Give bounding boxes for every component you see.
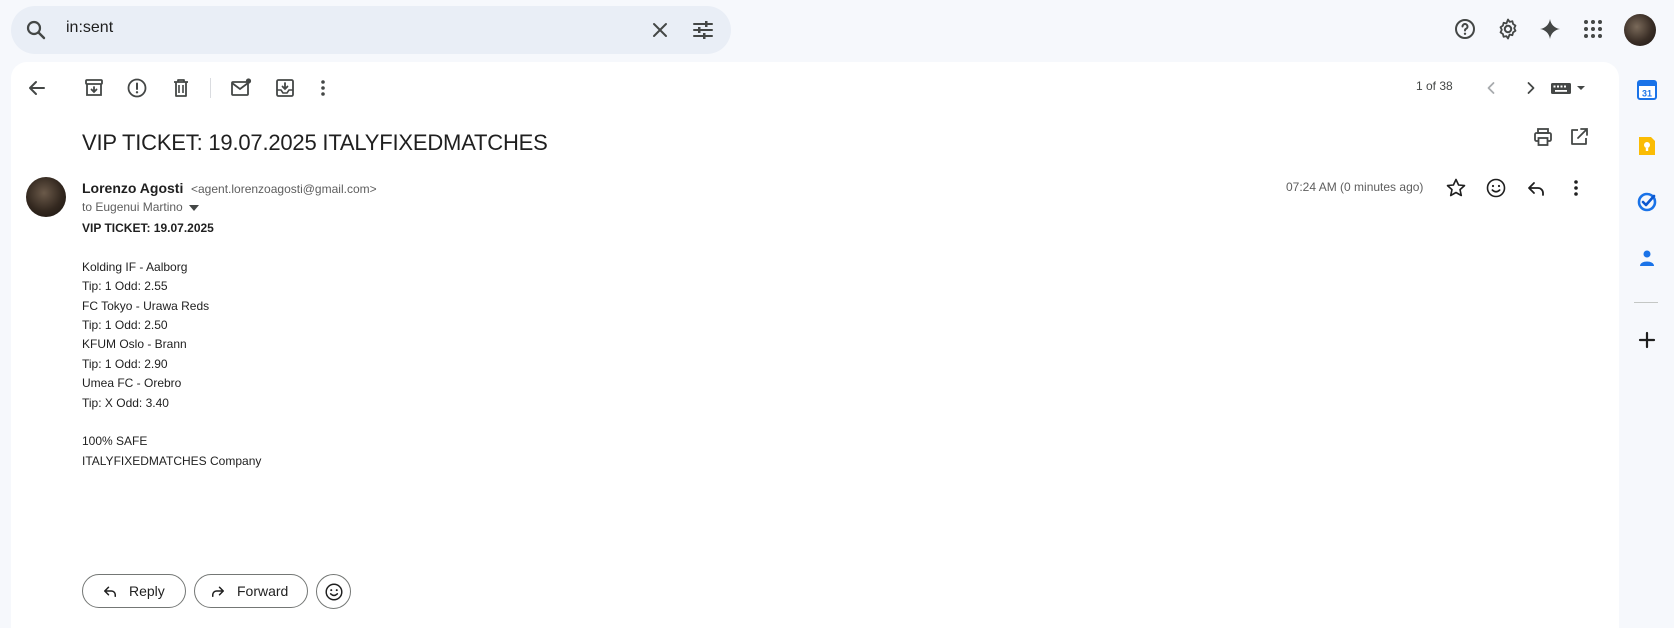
- keep-icon[interactable]: [1635, 134, 1659, 158]
- emoji-reaction-icon[interactable]: [1484, 176, 1508, 200]
- chevron-left-icon[interactable]: [1479, 76, 1503, 100]
- tune-icon[interactable]: [691, 18, 715, 42]
- more-vert-icon[interactable]: [311, 76, 335, 100]
- print-icon[interactable]: [1531, 125, 1555, 149]
- search-query[interactable]: in:sent: [66, 19, 113, 37]
- body-footer: 100% SAFE: [82, 434, 148, 449]
- body-heading: VIP TICKET: 19.07.2025: [82, 221, 214, 235]
- open-new-window-icon[interactable]: [1567, 125, 1591, 149]
- body-line: Kolding IF - Aalborg: [82, 259, 188, 274]
- calendar-day: 31: [1642, 89, 1652, 99]
- close-icon[interactable]: [648, 18, 672, 42]
- message-more-icon[interactable]: [1564, 176, 1588, 200]
- reply-icon[interactable]: [1524, 176, 1548, 200]
- side-panel-divider: [1634, 302, 1658, 303]
- body-line: Umea FC - Orebro: [82, 376, 182, 391]
- sender-avatar[interactable]: [26, 177, 66, 217]
- calendar-icon[interactable]: 31: [1635, 78, 1659, 102]
- recipient-details[interactable]: to Eugenui Martino: [82, 200, 199, 214]
- help-icon[interactable]: [1453, 17, 1477, 41]
- body-line: KFUM Oslo - Brann: [82, 337, 187, 352]
- delete-icon[interactable]: [169, 76, 193, 100]
- tasks-icon[interactable]: [1635, 190, 1659, 214]
- reply-label: Reply: [129, 583, 165, 599]
- forward-label: Forward: [237, 583, 289, 599]
- body-line: Tip: 1 Odd: 2.50: [82, 318, 168, 333]
- add-icon[interactable]: [1635, 328, 1659, 352]
- pager-count: 1 of 38: [1416, 79, 1453, 93]
- gemini-sparkle-icon[interactable]: [1538, 17, 1562, 41]
- account-avatar[interactable]: [1624, 14, 1656, 46]
- email-timestamp: 07:24 AM (0 minutes ago): [1286, 180, 1424, 194]
- keyboard-icon[interactable]: [1547, 76, 1591, 100]
- search-bar[interactable]: in:sent: [11, 6, 731, 54]
- search-icon[interactable]: [24, 18, 48, 42]
- body-footer: ITALYFIXEDMATCHES Company: [82, 453, 262, 468]
- forward-icon: [209, 582, 227, 600]
- emoji-button[interactable]: [316, 574, 351, 609]
- star-icon[interactable]: [1444, 176, 1468, 200]
- email-subject: VIP TICKET: 19.07.2025 ITALYFIXEDMATCHES: [82, 130, 548, 155]
- recipient-label: to Eugenui Martino: [82, 200, 183, 214]
- sender-name[interactable]: Lorenzo Agosti: [82, 180, 183, 196]
- move-to-icon[interactable]: [273, 76, 297, 100]
- caret-down-icon[interactable]: [188, 204, 199, 212]
- emoji-icon: [323, 581, 345, 603]
- forward-button[interactable]: Forward: [194, 574, 308, 608]
- message-pane: 1 of 38 VIP TICKET: 19.07.2025 ITALYFIXE…: [11, 62, 1619, 628]
- reply-icon: [101, 582, 119, 600]
- sender-email: <agent.lorenzoagosti@gmail.com>: [191, 182, 377, 196]
- body-line: Tip: X Odd: 3.40: [82, 395, 169, 410]
- body-line: FC Tokyo - Urawa Reds: [82, 298, 210, 313]
- back-arrow-icon[interactable]: [25, 76, 49, 100]
- body-line: Tip: 1 Odd: 2.90: [82, 356, 168, 371]
- mark-unread-icon[interactable]: [229, 76, 253, 100]
- reply-button[interactable]: Reply: [82, 574, 186, 608]
- contacts-icon[interactable]: [1635, 246, 1659, 270]
- chevron-right-icon[interactable]: [1519, 76, 1543, 100]
- apps-grid-icon[interactable]: [1581, 17, 1605, 41]
- body-line: Tip: 1 Odd: 2.55: [82, 279, 168, 294]
- toolbar-divider: [210, 78, 211, 98]
- report-spam-icon[interactable]: [125, 76, 149, 100]
- archive-icon[interactable]: [82, 76, 106, 100]
- settings-icon[interactable]: [1496, 17, 1520, 41]
- email-body: VIP TICKET: 19.07.2025 Kolding IF - Aalb…: [82, 219, 261, 471]
